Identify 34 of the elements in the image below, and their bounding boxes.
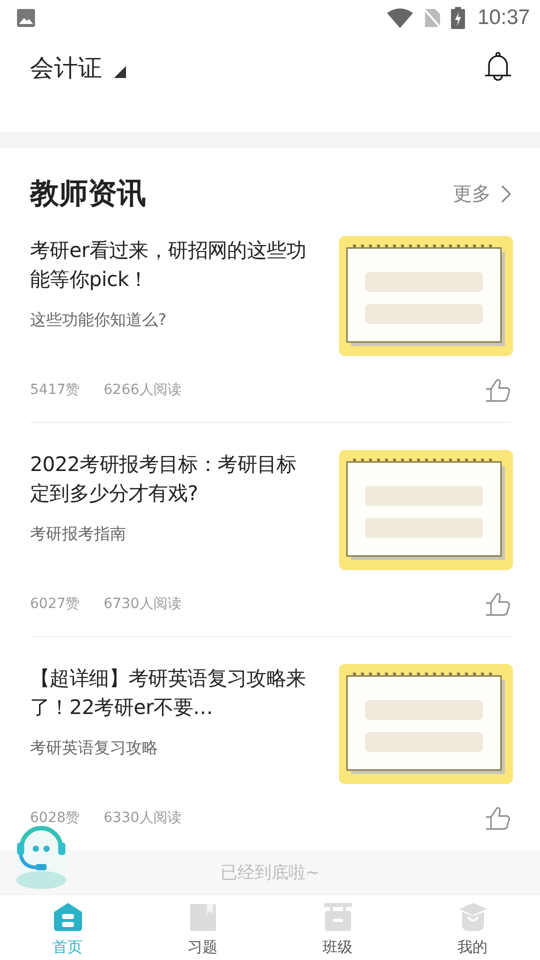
article-title[interactable]: 2022考研报考目标：考研目标定到多少分才有戏? bbox=[30, 450, 315, 510]
article-summary: 这些功能你知道么? bbox=[30, 310, 168, 331]
like-count: 6027赞 bbox=[30, 595, 80, 613]
read-count: 6266人阅读 bbox=[104, 381, 182, 399]
clock-time: 10:37 bbox=[477, 6, 530, 30]
home-icon bbox=[52, 902, 82, 932]
tab-bar-item[interactable]: 班级 bbox=[270, 895, 405, 960]
dropdown-triangle-icon[interactable] bbox=[114, 66, 126, 78]
category-title[interactable]: 会计证 bbox=[30, 52, 102, 84]
article-title[interactable]: 【超详细】考研英语复习攻略来了！22考研er不要… bbox=[30, 664, 315, 724]
class-icon bbox=[322, 902, 352, 932]
gallery-icon bbox=[16, 8, 36, 28]
thumbs-up-icon[interactable] bbox=[485, 378, 511, 402]
thumbs-up-icon[interactable] bbox=[485, 592, 511, 616]
no-sim-icon bbox=[423, 8, 442, 28]
exercise-icon bbox=[188, 902, 218, 932]
article-summary: 考研报考指南 bbox=[30, 524, 127, 545]
battery-charging-icon bbox=[451, 7, 466, 29]
article-summary: 考研英语复习攻略 bbox=[30, 738, 159, 759]
tab-bar-item[interactable]: 我的 bbox=[405, 895, 540, 960]
more-link[interactable]: 更多 bbox=[453, 181, 511, 207]
wifi-icon bbox=[387, 8, 414, 28]
profile-icon bbox=[458, 902, 488, 932]
like-count: 5417赞 bbox=[30, 381, 80, 399]
section-title: 教师资讯 bbox=[30, 175, 146, 212]
article-title[interactable]: 考研er看过来，研招网的这些功能等你pick！ bbox=[30, 236, 315, 296]
thumbs-up-icon[interactable] bbox=[485, 806, 511, 830]
read-count: 6730人阅读 bbox=[104, 595, 182, 613]
notification-bell-icon[interactable] bbox=[484, 52, 512, 82]
end-of-list-note: 已经到底啦~ bbox=[220, 862, 320, 884]
chevron-right-icon bbox=[501, 185, 511, 203]
tab-bar-item[interactable]: 习题 bbox=[135, 895, 270, 960]
like-count: 6028赞 bbox=[30, 809, 80, 827]
read-count: 6330人阅读 bbox=[104, 809, 182, 827]
